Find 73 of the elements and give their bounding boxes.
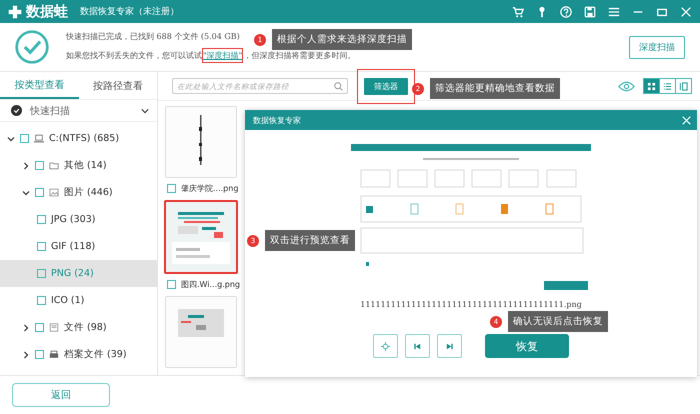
cross-logo-icon (8, 4, 22, 18)
window-title: 数据恢复专家（未注册） (80, 6, 179, 18)
file-name: 肇庆学院....png (181, 183, 238, 194)
search-icon (334, 82, 343, 90)
view-tab[interactable]: 按类型查看 (0, 72, 78, 99)
check-circle-icon (11, 105, 22, 116)
checkbox[interactable] (167, 280, 176, 289)
chevron-right-icon[interactable] (22, 350, 30, 358)
file-thumbnail[interactable] (164, 200, 238, 274)
chevron-down-icon (141, 108, 149, 114)
tree-row[interactable]: 其他 (14) (0, 152, 157, 179)
document-icon (49, 323, 59, 332)
previous-button[interactable] (405, 334, 430, 358)
deep-scan-button[interactable]: 深度扫描 (629, 36, 685, 58)
crosshair-icon (381, 342, 390, 350)
file-name: 图四.Wi...g.png (181, 279, 240, 290)
checkbox[interactable] (37, 269, 46, 278)
skip-back-icon (413, 342, 422, 350)
close-icon[interactable] (682, 116, 691, 124)
tree-row[interactable]: ICO (1) (0, 287, 157, 314)
dialog-title: 数据恢复专家 (253, 114, 301, 126)
preview-file-name: 1111111111111111111111111111111111111111.png (360, 300, 582, 309)
checkbox[interactable] (35, 350, 44, 359)
help-icon[interactable] (560, 6, 572, 18)
scan-mode-dropdown[interactable]: 快速扫描 (0, 100, 157, 122)
laptop-icon (34, 134, 44, 143)
close-icon[interactable] (680, 6, 692, 18)
chevron-down-icon[interactable] (22, 188, 30, 196)
next-button[interactable] (437, 334, 462, 358)
callout-tooltip: 双击进行预览查看 (265, 230, 355, 251)
chevron-right-icon[interactable] (22, 324, 30, 332)
scan-summary: 快速扫描已完成，已找到 688 个文件 (5.04 GB) (66, 31, 240, 42)
filter-button[interactable]: 筛选器 (364, 78, 408, 94)
locate-button[interactable] (373, 334, 398, 358)
checkbox[interactable] (37, 296, 46, 305)
skip-forward-icon (445, 342, 454, 350)
menu-icon[interactable] (608, 6, 620, 18)
checkbox[interactable] (20, 134, 29, 143)
deep-scan-link[interactable]: "深度扫描" (203, 51, 242, 60)
checkbox[interactable] (35, 323, 44, 332)
cart-icon[interactable] (512, 6, 524, 18)
chevron-right-icon[interactable] (22, 162, 30, 170)
view-tab[interactable]: 按路径查看 (78, 72, 157, 99)
back-button[interactable]: 返回 (12, 383, 110, 407)
archive-icon (49, 350, 59, 359)
list-icon (663, 82, 672, 90)
image-icon (49, 188, 59, 197)
save-icon[interactable] (584, 6, 596, 18)
grid-icon (647, 82, 656, 90)
hint-text: 如果您找不到丢失的文件，您可以试试 (66, 50, 202, 61)
callout-tooltip: 根据个人需求来选择深度扫描 (272, 29, 412, 50)
check-circle-icon (14, 29, 50, 65)
tree-row[interactable]: C:(NTFS) (685) (0, 125, 157, 152)
checkbox[interactable] (167, 184, 176, 193)
checkbox[interactable] (37, 242, 46, 251)
folder-icon (49, 161, 59, 170)
chevron-down-icon[interactable] (7, 134, 15, 142)
restore-button[interactable]: 恢复 (485, 334, 569, 358)
eye-icon[interactable] (618, 80, 635, 92)
columns-icon (679, 82, 688, 90)
checkbox[interactable] (37, 215, 46, 224)
tree-row[interactable]: GIF (118) (0, 233, 157, 260)
callout-tooltip: 确认无误后点击恢复 (508, 311, 608, 332)
hint-text: ，但深度扫描将需要更多时间。 (243, 50, 356, 61)
callout-tooltip: 筛选器能更精确地查看数据 (430, 78, 560, 99)
checkbox[interactable] (35, 161, 44, 170)
tree-row[interactable]: 档案文件 (39) (0, 341, 157, 368)
app-logo: 数据蛙 (26, 2, 68, 20)
checkbox[interactable] (35, 188, 44, 197)
tree-row[interactable]: 图片 (446) (0, 179, 157, 206)
tree-row[interactable]: JPG (303) (0, 206, 157, 233)
grid-view-button[interactable] (644, 79, 659, 93)
tree-row[interactable]: 文件 (98) (0, 314, 157, 341)
